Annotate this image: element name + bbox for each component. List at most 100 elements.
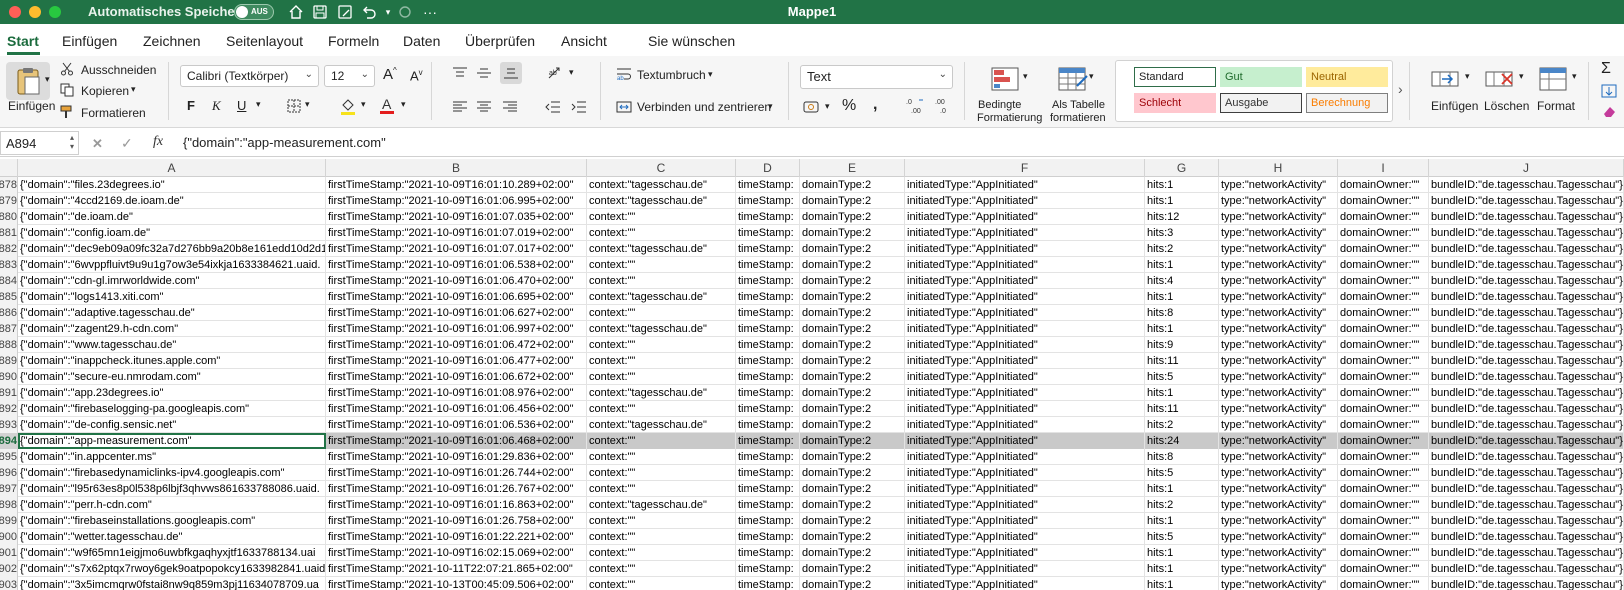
decrease-font-size-icon[interactable]: Av	[410, 68, 423, 83]
cell-c[interactable]: context:""	[587, 273, 736, 289]
cell-g[interactable]: hits:1	[1145, 481, 1219, 497]
cell-e[interactable]: domainType:2	[800, 449, 905, 465]
cell-e[interactable]: domainType:2	[800, 385, 905, 401]
cell-d[interactable]: timeStamp:	[736, 193, 800, 209]
cell-e[interactable]: domainType:2	[800, 577, 905, 590]
cell-e[interactable]: domainType:2	[800, 209, 905, 225]
cell-e[interactable]: domainType:2	[800, 353, 905, 369]
cell-e[interactable]: domainType:2	[800, 257, 905, 273]
cell-a[interactable]: {"domain":"3x5imcmqrw0fstai8nw9q859m3pj1…	[18, 577, 326, 590]
cell-c[interactable]: context:""	[587, 577, 736, 590]
cell-i[interactable]: domainOwner:""	[1338, 401, 1429, 417]
row-header[interactable]: 891	[0, 385, 18, 401]
percent-style-icon[interactable]: %	[842, 97, 856, 115]
cell-b[interactable]: firstTimeStamp:"2021-10-09T16:01:06.672+…	[326, 369, 587, 385]
cell-h[interactable]: type:"networkActivity"	[1219, 449, 1338, 465]
cell-b[interactable]: firstTimeStamp:"2021-10-09T16:01:26.758+…	[326, 513, 587, 529]
cell-c[interactable]: context:""	[587, 433, 736, 449]
cell-d[interactable]: timeStamp:	[736, 577, 800, 590]
cell-j[interactable]: bundleID:"de.tagesschau.Tagesschau"}	[1429, 385, 1624, 401]
scissors-icon[interactable]	[60, 62, 74, 76]
format-painter-label[interactable]: Formatieren	[81, 106, 146, 120]
cell-g[interactable]: hits:1	[1145, 193, 1219, 209]
cell-a[interactable]: {"domain":"firebaseinstallations.googlea…	[18, 513, 326, 529]
cell-j[interactable]: bundleID:"de.tagesschau.Tagesschau"}	[1429, 321, 1624, 337]
cell-h[interactable]: type:"networkActivity"	[1219, 401, 1338, 417]
tab-ansicht[interactable]: Ansicht	[561, 33, 607, 49]
cell-f[interactable]: initiatedType:"AppInitiated"	[905, 209, 1145, 225]
cell-c[interactable]: context:""	[587, 209, 736, 225]
select-all-corner[interactable]	[0, 159, 18, 177]
cell-c[interactable]: context:""	[587, 225, 736, 241]
cell-g[interactable]: hits:5	[1145, 369, 1219, 385]
cell-i[interactable]: domainOwner:""	[1338, 257, 1429, 273]
cell-g[interactable]: hits:1	[1145, 513, 1219, 529]
cell-c[interactable]: context:""	[587, 481, 736, 497]
wrap-text-icon[interactable]: ab	[616, 67, 632, 81]
cell-d[interactable]: timeStamp:	[736, 561, 800, 577]
cell-b[interactable]: firstTimeStamp:"2021-10-09T16:01:07.019+…	[326, 225, 587, 241]
cell-a[interactable]: {"domain":"dec9eb09a09fc32a7d276bb9a20b8…	[18, 241, 326, 257]
cell-b[interactable]: firstTimeStamp:"2021-10-09T16:01:06.627+…	[326, 305, 587, 321]
cell-f[interactable]: initiatedType:"AppInitiated"	[905, 289, 1145, 305]
cell-h[interactable]: type:"networkActivity"	[1219, 369, 1338, 385]
cell-c[interactable]: context:"tagesschau.de"	[587, 289, 736, 305]
row-header[interactable]: 897	[0, 481, 18, 497]
format-cells-dropdown-icon[interactable]: ▾	[1572, 71, 1577, 82]
cell-d[interactable]: timeStamp:	[736, 417, 800, 433]
cell-i[interactable]: domainOwner:""	[1338, 177, 1429, 193]
cell-d[interactable]: timeStamp:	[736, 225, 800, 241]
cell-f[interactable]: initiatedType:"AppInitiated"	[905, 177, 1145, 193]
cell-c[interactable]: context:"tagesschau.de"	[587, 177, 736, 193]
fill-color-icon[interactable]	[340, 97, 356, 115]
style-ausgabe[interactable]: Ausgabe	[1220, 93, 1302, 113]
cell-e[interactable]: domainType:2	[800, 561, 905, 577]
cell-b[interactable]: firstTimeStamp:"2021-10-09T16:01:06.470+…	[326, 273, 587, 289]
cell-j[interactable]: bundleID:"de.tagesschau.Tagesschau"}	[1429, 449, 1624, 465]
row-header[interactable]: 903	[0, 577, 18, 590]
align-top-icon[interactable]	[452, 66, 468, 80]
cell-a[interactable]: {"domain":"app.23degrees.io"	[18, 385, 326, 401]
cell-b[interactable]: firstTimeStamp:"2021-10-09T16:01:29.836+…	[326, 449, 587, 465]
column-header-g[interactable]: G	[1145, 159, 1219, 177]
cell-c[interactable]: context:"tagesschau.de"	[587, 321, 736, 337]
cell-i[interactable]: domainOwner:""	[1338, 241, 1429, 257]
cell-h[interactable]: type:"networkActivity"	[1219, 561, 1338, 577]
cell-c[interactable]: context:"tagesschau.de"	[587, 417, 736, 433]
increase-font-size-icon[interactable]: A^	[383, 66, 397, 83]
cell-h[interactable]: type:"networkActivity"	[1219, 289, 1338, 305]
italic-button[interactable]: K	[212, 98, 221, 114]
cell-i[interactable]: domainOwner:""	[1338, 545, 1429, 561]
cell-e[interactable]: domainType:2	[800, 481, 905, 497]
cell-h[interactable]: type:"networkActivity"	[1219, 497, 1338, 513]
cell-f[interactable]: initiatedType:"AppInitiated"	[905, 385, 1145, 401]
cell-a[interactable]: {"domain":"l95r63es8p0l538p6lbjf3qhvws86…	[18, 481, 326, 497]
cell-c[interactable]: context:""	[587, 545, 736, 561]
cell-j[interactable]: bundleID:"de.tagesschau.Tagesschau"}	[1429, 209, 1624, 225]
cell-e[interactable]: domainType:2	[800, 177, 905, 193]
row-header[interactable]: 882	[0, 241, 18, 257]
format-as-table-label-2[interactable]: formatieren	[1050, 112, 1106, 124]
cell-d[interactable]: timeStamp:	[736, 289, 800, 305]
font-name-select[interactable]: Calibri (Textkörper) ⌄	[180, 65, 319, 87]
cell-g[interactable]: hits:8	[1145, 449, 1219, 465]
cell-f[interactable]: initiatedType:"AppInitiated"	[905, 241, 1145, 257]
cell-i[interactable]: domainOwner:""	[1338, 273, 1429, 289]
paste-button[interactable]	[6, 62, 50, 100]
cell-d[interactable]: timeStamp:	[736, 241, 800, 257]
cell-i[interactable]: domainOwner:""	[1338, 449, 1429, 465]
cell-h[interactable]: type:"networkActivity"	[1219, 577, 1338, 590]
cell-a[interactable]: {"domain":"6wvppfluivt9u9u1g7ow3e54ixkja…	[18, 257, 326, 273]
cell-f[interactable]: initiatedType:"AppInitiated"	[905, 497, 1145, 513]
column-header-h[interactable]: H	[1219, 159, 1338, 177]
cell-h[interactable]: type:"networkActivity"	[1219, 513, 1338, 529]
cell-i[interactable]: domainOwner:""	[1338, 481, 1429, 497]
conditional-formatting-label-1[interactable]: Bedingte	[978, 99, 1021, 111]
cell-i[interactable]: domainOwner:""	[1338, 369, 1429, 385]
decrease-decimal-icon[interactable]: .00.0	[934, 97, 954, 115]
copy-dropdown-icon[interactable]: ▾	[131, 84, 136, 95]
cell-b[interactable]: firstTimeStamp:"2021-10-09T16:01:07.035+…	[326, 209, 587, 225]
cell-i[interactable]: domainOwner:""	[1338, 465, 1429, 481]
cell-c[interactable]: context:""	[587, 513, 736, 529]
conditional-formatting-label-2[interactable]: Formatierung	[977, 112, 1042, 124]
